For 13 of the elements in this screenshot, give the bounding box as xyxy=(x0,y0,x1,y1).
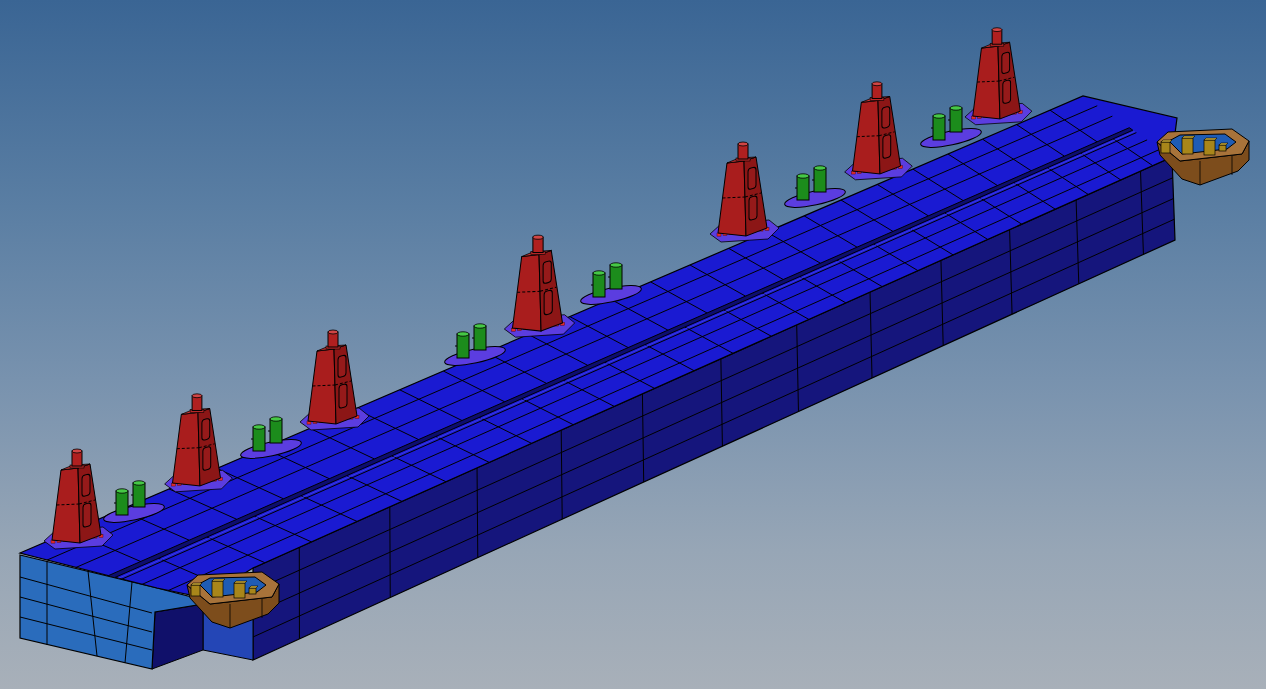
pin xyxy=(113,488,129,516)
pin xyxy=(607,262,623,290)
inner-wall xyxy=(151,603,204,670)
pin xyxy=(267,416,283,444)
pin xyxy=(471,323,487,351)
pin xyxy=(794,173,810,201)
pin xyxy=(130,480,146,508)
pin xyxy=(454,331,470,359)
pin xyxy=(930,113,946,141)
pin xyxy=(947,105,963,133)
pin xyxy=(590,270,606,298)
pin xyxy=(250,424,266,452)
pin xyxy=(811,165,827,193)
